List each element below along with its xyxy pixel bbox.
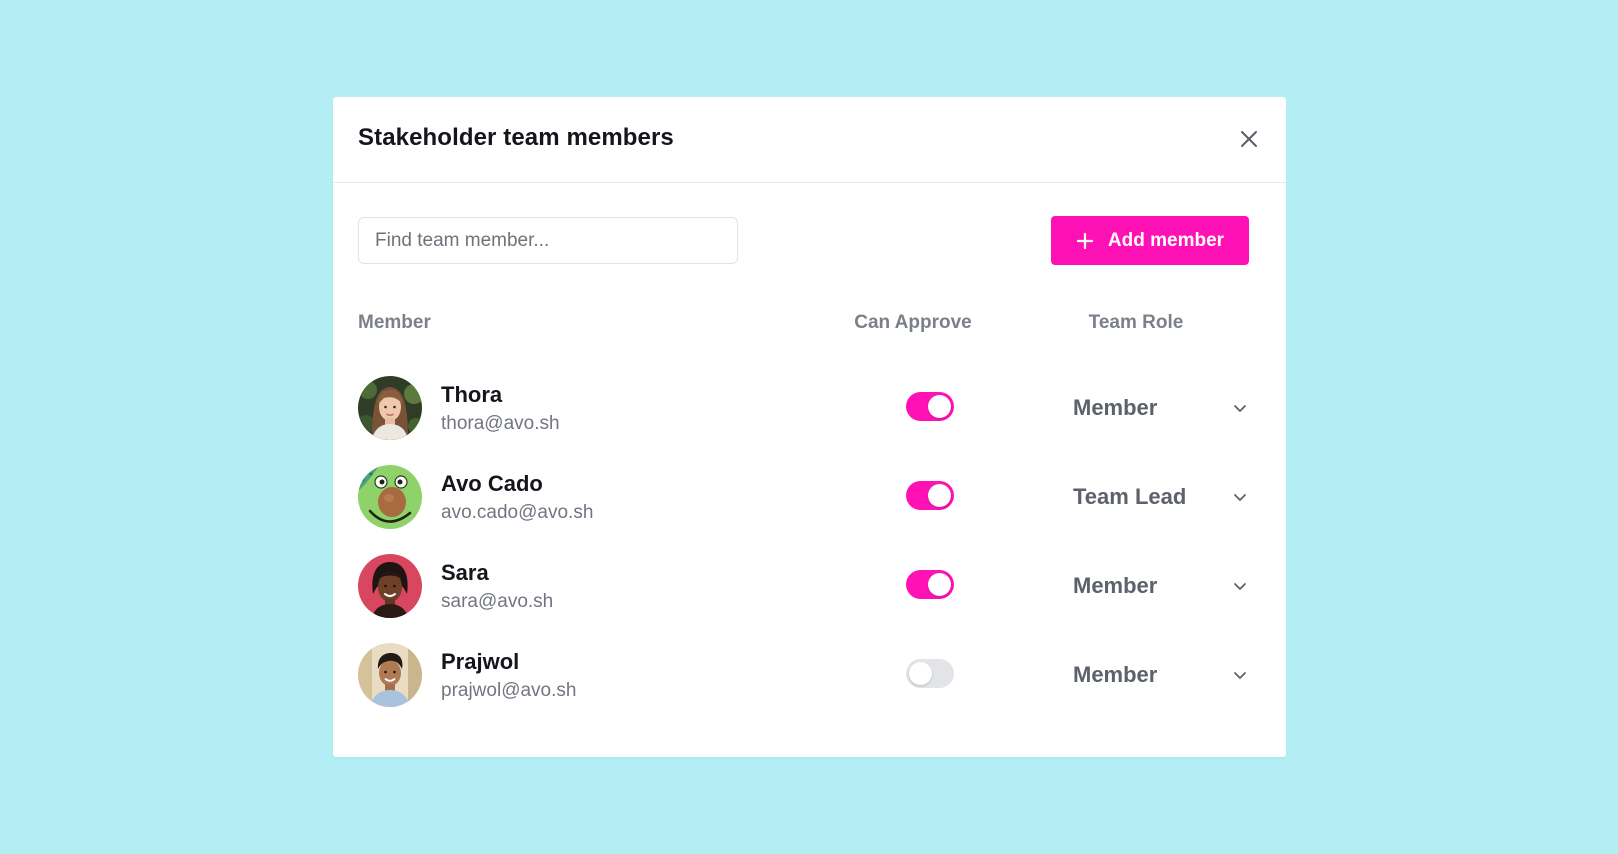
can-approve-toggle[interactable] [906, 481, 954, 510]
column-header-team-role: Team Role [1088, 312, 1184, 333]
toggle-knob [928, 395, 951, 418]
add-member-label: Add member [1107, 229, 1225, 251]
column-header-member: Member [358, 312, 431, 333]
avatar [358, 376, 422, 440]
add-member-button[interactable]: Add member [1051, 216, 1249, 265]
toggle-knob [928, 573, 951, 596]
member-row: Avo Cado avo.cado@avo.sh Team Lead [333, 465, 1286, 529]
avatar-photo-woman-long-hair [358, 376, 422, 440]
plus-icon [1076, 232, 1094, 249]
chevron-down-icon [1234, 672, 1246, 679]
member-name: Sara [441, 560, 489, 585]
team-members-modal: Stakeholder team members Add member Memb… [333, 97, 1286, 757]
avatar [358, 465, 422, 529]
modal-header: Stakeholder team members [333, 97, 1286, 183]
member-row: Sara sara@avo.sh Member [333, 554, 1286, 618]
member-email: prajwol@avo.sh [441, 680, 577, 701]
member-row: Prajwol prajwol@avo.sh Member [333, 643, 1286, 707]
team-role-select[interactable]: Team Lead [1073, 477, 1258, 517]
member-email: sara@avo.sh [441, 591, 554, 612]
can-approve-toggle[interactable] [906, 659, 954, 688]
team-role-value: Member [1073, 395, 1158, 420]
avatar [358, 554, 422, 618]
avatar [358, 643, 422, 707]
modal-title: Stakeholder team members [358, 124, 674, 151]
toggle-knob [928, 484, 951, 507]
chevron-down-icon [1234, 494, 1246, 501]
member-name: Avo Cado [441, 471, 543, 496]
member-name: Prajwol [441, 649, 520, 674]
search-input[interactable] [358, 217, 738, 264]
team-role-select[interactable]: Member [1073, 566, 1258, 606]
member-email: thora@avo.sh [441, 413, 560, 434]
chevron-down-icon [1234, 583, 1246, 590]
team-role-value: Member [1073, 662, 1158, 687]
team-role-select[interactable]: Member [1073, 655, 1258, 695]
close-button[interactable] [1238, 128, 1260, 150]
member-name: Thora [441, 382, 503, 407]
avatar-photo-man [358, 643, 422, 707]
toggle-knob [909, 662, 932, 685]
can-approve-toggle[interactable] [906, 570, 954, 599]
close-icon [1241, 131, 1257, 147]
team-role-value: Member [1073, 573, 1158, 598]
can-approve-toggle[interactable] [906, 392, 954, 421]
avocado-icon [358, 465, 422, 529]
chevron-down-icon [1234, 405, 1246, 412]
avatar-photo-woman-pink-background [358, 554, 422, 618]
column-header-can-approve: Can Approve [854, 312, 972, 333]
member-row: Thora thora@avo.sh Member [333, 376, 1286, 440]
team-role-value: Team Lead [1073, 484, 1187, 509]
member-email: avo.cado@avo.sh [441, 502, 594, 523]
team-role-select[interactable]: Member [1073, 388, 1258, 428]
